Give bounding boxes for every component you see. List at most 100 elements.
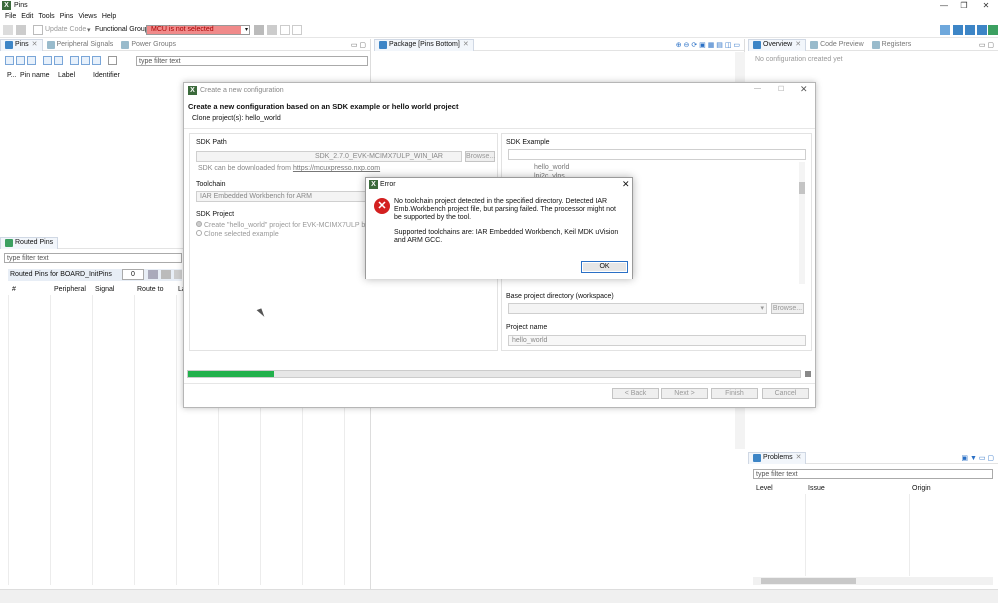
add-row-icon[interactable] <box>148 270 158 279</box>
filter-button[interactable] <box>5 56 14 65</box>
sdk-example-filter[interactable] <box>508 149 806 160</box>
pins-filter-input[interactable]: type filter text <box>136 56 368 66</box>
close-dialog-icon[interactable]: ✕ <box>800 84 808 95</box>
routed-count[interactable]: 0 <box>122 269 144 280</box>
close-icon[interactable]: ✕ <box>622 179 630 190</box>
perspective-icon[interactable] <box>965 25 975 35</box>
filter-button[interactable] <box>16 56 25 65</box>
browse-base-dir-button[interactable]: Browse... <box>771 303 804 314</box>
move-icon[interactable] <box>174 270 182 279</box>
scrollbar[interactable] <box>799 162 805 284</box>
tab-overview[interactable]: Overview ✕ <box>748 38 807 51</box>
update-code-button[interactable]: Update Code <box>45 26 86 33</box>
problems-toolbar[interactable]: ▣ ▼ ▭ ▢ <box>961 454 994 462</box>
column-header[interactable]: Signal <box>95 286 114 293</box>
shield-icon[interactable] <box>988 25 998 35</box>
maximize-dialog-icon[interactable]: ☐ <box>778 85 784 93</box>
pins-filter-buttons <box>5 56 119 67</box>
tab-power-groups[interactable]: Power Groups <box>117 39 180 51</box>
problems-icon <box>753 454 761 462</box>
column-header[interactable]: Peripheral <box>54 286 86 293</box>
filter-button[interactable] <box>80 56 90 65</box>
column-header[interactable]: # <box>12 286 16 293</box>
tab-package[interactable]: Package [Pins Bottom] ✕ <box>374 38 474 51</box>
zoom-tools[interactable]: ⊕ ⊖ ⟳ ▣ ▦ ▤ ◫ ▭ <box>676 41 740 49</box>
project-name-label: Project name <box>506 324 548 331</box>
sdk-path-select[interactable]: SDK_2.7.0_EVK-MCIMX7ULP_WIN_IAR <box>196 151 462 162</box>
horizontal-scrollbar[interactable] <box>753 577 993 585</box>
tab-registers[interactable]: Registers <box>868 39 916 51</box>
mcu-select[interactable]: MCU is not selected ▾ <box>146 25 250 35</box>
filter-button[interactable] <box>27 56 36 65</box>
filter-button[interactable] <box>42 56 52 65</box>
toolchain-select[interactable]: IAR Embedded Workbench for ARM <box>196 191 366 202</box>
minimize-panel-icon[interactable]: ▭ ▢ <box>979 41 994 49</box>
stop-icon[interactable] <box>805 371 811 377</box>
title-bar: X Pins — ❐ ✕ <box>0 0 998 12</box>
toolbar-icon[interactable] <box>3 25 13 35</box>
tab-problems[interactable]: Problems ✕ <box>748 451 807 464</box>
tab-code-preview[interactable]: Code Preview <box>806 39 868 51</box>
column-header[interactable]: Origin <box>912 485 931 492</box>
sdk-download-text: SDK can be downloaded from https://mcuxp… <box>198 165 381 172</box>
cancel-button[interactable]: Cancel <box>762 388 809 399</box>
column-header[interactable]: Route to <box>137 286 163 293</box>
list-item[interactable]: hello_world <box>534 164 569 171</box>
restore-button[interactable]: ❐ <box>954 0 974 12</box>
toolbar-icon[interactable] <box>16 25 26 35</box>
menu-edit[interactable]: Edit <box>21 12 33 22</box>
menu-file[interactable]: File <box>5 12 16 22</box>
toolbar-icon[interactable] <box>254 25 264 35</box>
column-header[interactable]: Pin name <box>20 72 50 79</box>
minimize-dialog-icon[interactable]: — <box>754 85 761 92</box>
dialog-title: Create a new configuration <box>200 87 284 94</box>
registers-icon <box>871 40 880 49</box>
base-dir-select[interactable]: ▾ <box>508 303 767 314</box>
checkbox[interactable] <box>107 56 117 65</box>
browse-sdk-button[interactable]: Browse... <box>465 151 495 162</box>
project-name-input[interactable]: hello_world <box>508 335 806 346</box>
error-icon: ✕ <box>374 198 390 214</box>
perspective-icon[interactable] <box>953 25 963 35</box>
routed-group-row: Routed Pins for BOARD_InitPins 0 <box>8 269 182 281</box>
menu-help[interactable]: Help <box>102 12 116 22</box>
filter-button[interactable] <box>91 56 101 65</box>
perspective-icon[interactable] <box>940 25 950 35</box>
next-button[interactable]: Next > <box>661 388 708 399</box>
finish-button[interactable]: Finish <box>711 388 758 399</box>
status-bar <box>0 589 998 603</box>
progress-fill <box>188 371 274 377</box>
column-header[interactable]: Identifier <box>93 72 120 79</box>
app-logo-icon: X <box>369 180 378 189</box>
minimize-panel-icon[interactable]: ▭ ▢ <box>351 41 366 49</box>
radio-create-project[interactable]: Create "hello_world" project for EVK-MCI… <box>196 221 379 229</box>
undo-icon[interactable] <box>280 25 290 35</box>
progress-bar <box>187 370 801 378</box>
overview-empty-text: No configuration created yet <box>755 56 843 63</box>
remove-row-icon[interactable] <box>161 270 171 279</box>
column-header[interactable]: P... <box>7 72 17 79</box>
column-header[interactable]: Issue <box>808 485 825 492</box>
menu-pins[interactable]: Pins <box>60 12 74 22</box>
filter-button[interactable] <box>53 56 63 65</box>
overview-icon <box>753 41 761 49</box>
problems-filter-input[interactable]: type filter text <box>753 469 993 479</box>
radio-clone-example[interactable]: Clone selected example <box>196 230 279 238</box>
sdk-download-link[interactable]: https://mcuxpresso.nxp.com <box>293 165 380 172</box>
column-header[interactable]: Label <box>58 72 75 79</box>
ok-button[interactable]: OK <box>581 261 628 273</box>
routed-filter-input[interactable]: type filter text <box>4 253 182 263</box>
filter-button[interactable] <box>69 56 79 65</box>
toolbar-icon[interactable] <box>267 25 277 35</box>
tab-pins[interactable]: Pins ✕ <box>0 38 43 51</box>
perspective-icon[interactable] <box>977 25 987 35</box>
tab-peripheral-signals[interactable]: Peripheral Signals <box>43 39 118 51</box>
back-button[interactable]: < Back <box>612 388 659 399</box>
column-header[interactable]: Level <box>756 485 773 492</box>
close-window-button[interactable]: ✕ <box>976 0 996 12</box>
menu-views[interactable]: Views <box>78 12 97 22</box>
minimize-button[interactable]: — <box>934 0 954 12</box>
redo-icon[interactable] <box>292 25 302 35</box>
menu-tools[interactable]: Tools <box>38 12 54 22</box>
tab-routed-pins[interactable]: Routed Pins <box>0 236 59 249</box>
